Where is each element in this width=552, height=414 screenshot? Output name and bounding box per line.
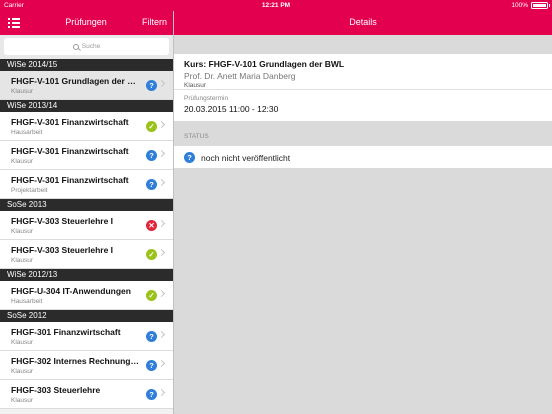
professor-name: Prof. Dr. Anett Maria Danberg — [184, 71, 296, 81]
status-bar: Carrier 12:21 PM 100% — [0, 0, 552, 11]
section-header: SoSe 2013 — [0, 199, 173, 211]
exam-title: FHGF-301 Finanzwirtschaft — [11, 327, 121, 337]
exam-title: FHGF-V-303 Steuerlehre I — [11, 245, 114, 255]
status-unknown-icon: ? — [146, 179, 157, 190]
detail-nav-bar: Details — [174, 11, 552, 35]
status-passed-icon: ✓ — [146, 249, 157, 260]
chevron-right-icon — [157, 289, 166, 298]
exam-title: FHGF-303 Steuerlehre — [11, 385, 101, 395]
chevron-right-icon — [157, 388, 166, 397]
exam-row[interactable]: FHGF-V-303 Steuerlehre I Klausur ✓ — [0, 240, 173, 269]
list-nav-bar: Prüfungen Filtern — [0, 11, 173, 35]
search-bar: Suche — [0, 35, 173, 59]
exam-title: FHGF-U-304 IT-Anwendungen — [11, 286, 131, 296]
list-menu-icon[interactable] — [8, 16, 22, 30]
exam-row[interactable]: FHGF-U-304 IT-Anwendungen Hausarbeit ✓ — [0, 281, 173, 310]
detail-title: Details — [349, 17, 377, 27]
exam-row[interactable]: FHGF-V-301 Finanzwirtschaft Projektarbeit… — [0, 170, 173, 199]
chevron-right-icon — [157, 79, 166, 88]
course-title: Kurs: FHGF-V-101 Grundlagen der BWL — [184, 59, 345, 69]
exam-row[interactable]: FHGF-V-303 Steuerlehre I Klausur ✕ — [0, 211, 173, 240]
status-cell: ? noch nicht veröffentlicht — [174, 146, 552, 168]
exam-list-pane[interactable]: Suche WiSe 2014/15 FHGF-V-101 Grundlagen … — [0, 35, 173, 414]
exam-detail-card: Kurs: FHGF-V-101 Grundlagen der BWL Prof… — [174, 54, 552, 121]
list-title: Prüfungen — [65, 17, 107, 27]
exam-type: Klausur — [11, 88, 34, 95]
exam-type: Klausur — [11, 368, 34, 375]
exam-list: WiSe 2014/15 FHGF-V-101 Grundlagen der BW… — [0, 59, 173, 409]
course-cell: Kurs: FHGF-V-101 Grundlagen der BWL Prof… — [174, 54, 552, 90]
section-header: SoSe 2012 — [0, 310, 173, 322]
search-input[interactable]: Suche — [4, 38, 169, 55]
chevron-right-icon — [157, 149, 166, 158]
search-placeholder: Suche — [81, 43, 101, 50]
status-text: noch nicht veröffentlicht — [201, 153, 291, 163]
exam-type: Klausur — [11, 397, 34, 404]
exam-type: Klausur — [11, 158, 34, 165]
exam-title: FHGF-V-301 Finanzwirtschaft — [11, 146, 129, 156]
detail-pane: Kurs: FHGF-V-101 Grundlagen der BWL Prof… — [174, 35, 552, 414]
chevron-right-icon — [157, 248, 166, 257]
exam-type: Klausur — [11, 228, 34, 235]
status-passed-icon: ✓ — [146, 290, 157, 301]
exam-date-value: 20.03.2015 11:00 - 12:30 — [184, 104, 279, 114]
status-section-header: STATUS — [184, 133, 209, 140]
status-unknown-icon: ? — [146, 80, 157, 91]
chevron-right-icon — [157, 359, 166, 368]
exam-date-cell: Prüfungstermin 20.03.2015 11:00 - 12:30 — [174, 90, 552, 121]
exam-title: FHGF-V-101 Grundlagen der BWL — [11, 76, 139, 86]
exam-row[interactable]: FHGF-301 Finanzwirtschaft Klausur? — [0, 322, 173, 351]
exam-row[interactable]: FHGF-V-301 Finanzwirtschaft Hausarbeit ✓ — [0, 112, 173, 141]
status-unknown-icon: ? — [146, 389, 157, 400]
battery-icon — [531, 1, 550, 9]
exam-date-label: Prüfungstermin — [184, 95, 229, 102]
exam-row[interactable]: FHGF-V-101 Grundlagen der BWL Klausur? — [0, 71, 173, 100]
exam-row[interactable]: FHGF-V-301 Finanzwirtschaft Klausur? — [0, 141, 173, 170]
search-icon — [72, 43, 79, 50]
status-failed-icon: ✕ — [146, 220, 157, 231]
exam-row[interactable]: FHGF-303 Steuerlehre Klausur? — [0, 380, 173, 409]
chevron-right-icon — [157, 178, 166, 187]
chevron-right-icon — [157, 219, 166, 228]
exam-row[interactable]: FHGF-302 Internes Rechnungswesen Klausur? — [0, 351, 173, 380]
section-header: WiSe 2012/13 — [0, 269, 173, 281]
chevron-right-icon — [157, 120, 166, 129]
filter-button[interactable]: Filtern — [142, 17, 167, 27]
battery-percent: 100% — [511, 1, 528, 9]
section-header: WiSe 2013/14 — [0, 100, 173, 112]
exam-type: Projektarbeit — [11, 187, 48, 194]
exam-type: Klausur — [11, 257, 34, 264]
exam-type: Klausur — [11, 339, 34, 346]
exam-title: FHGF-V-301 Finanzwirtschaft — [11, 117, 129, 127]
status-unknown-icon: ? — [146, 150, 157, 161]
exam-title: FHGF-302 Internes Rechnungswesen — [11, 356, 139, 366]
status-passed-icon: ✓ — [146, 121, 157, 132]
exam-type: Klausur — [184, 82, 207, 89]
clock: 12:21 PM — [261, 2, 291, 9]
status-unknown-icon: ? — [146, 360, 157, 371]
chevron-right-icon — [157, 330, 166, 339]
exam-type: Hausarbeit — [11, 298, 43, 305]
section-header: WiSe 2014/15 — [0, 59, 173, 71]
battery-indicator: 100% — [511, 1, 550, 9]
exam-title: FHGF-V-303 Steuerlehre I — [11, 216, 114, 226]
status-unknown-icon: ? — [146, 331, 157, 342]
exam-title: FHGF-V-301 Finanzwirtschaft — [11, 175, 129, 185]
exam-type: Hausarbeit — [11, 129, 43, 136]
status-unknown-icon: ? — [184, 152, 195, 163]
